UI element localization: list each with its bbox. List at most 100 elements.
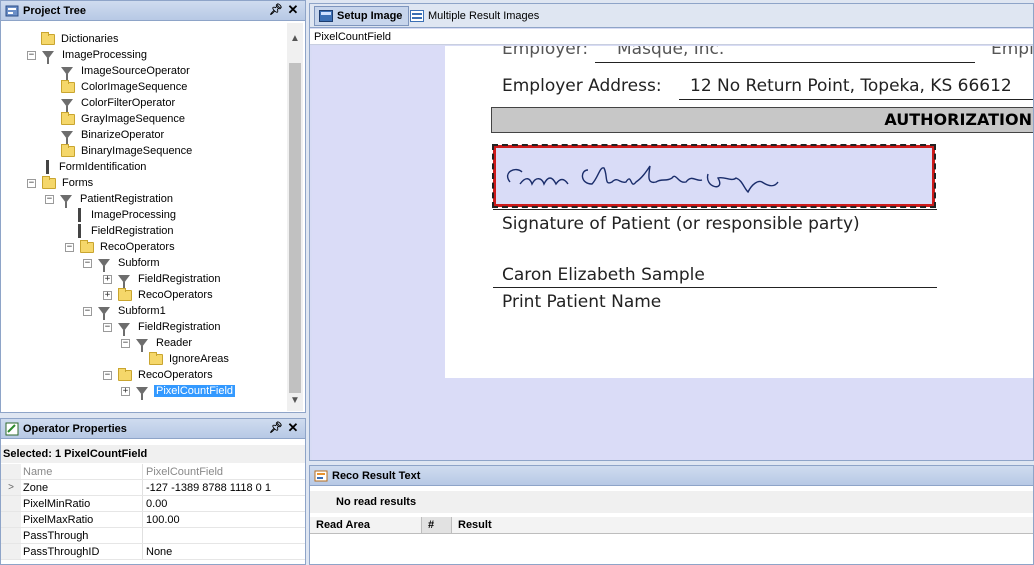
pin-icon[interactable]: 📌︎ bbox=[269, 3, 283, 17]
tree-item[interactable]: Dictionaries bbox=[41, 31, 120, 47]
signature-zone[interactable] bbox=[492, 144, 936, 208]
tree-item[interactable]: − Subform1 bbox=[83, 303, 168, 320]
collapse-icon[interactable]: − bbox=[83, 258, 92, 268]
tree-item[interactable]: − RecoOperators bbox=[65, 239, 177, 255]
property-grid: Name PixelCountField > Zone -127 -1389 8788 … bbox=[1, 464, 305, 560]
tree-item[interactable]: − FieldRegistration bbox=[103, 319, 223, 336]
funnel-icon bbox=[98, 307, 110, 320]
tree-item[interactable]: BinarizeOperator bbox=[61, 127, 166, 144]
signature-image bbox=[506, 165, 779, 194]
collapse-icon[interactable]: − bbox=[45, 194, 54, 204]
property-name: PixelMinRatio bbox=[21, 496, 143, 511]
tree-item-label: FieldRegistration bbox=[138, 273, 221, 285]
pin-icon[interactable]: 📌︎ bbox=[269, 421, 283, 435]
tab-setup-image[interactable]: Setup Image bbox=[314, 6, 410, 26]
tree-item[interactable]: FieldRegistration bbox=[73, 223, 176, 239]
property-value[interactable] bbox=[143, 528, 305, 543]
tab-multiple-result-images[interactable]: Multiple Result Images bbox=[406, 6, 545, 26]
scroll-up-icon[interactable]: ▲ bbox=[287, 31, 303, 47]
tree-item[interactable]: ColorFilterOperator bbox=[61, 95, 177, 112]
expand-icon[interactable]: + bbox=[103, 274, 112, 284]
project-tree: Dictionaries − ImageProcessing ImageSourceO… bbox=[1, 23, 286, 411]
reco-status: No read results bbox=[310, 491, 1033, 513]
tree-item[interactable]: + PixelCountField bbox=[121, 383, 236, 400]
property-value[interactable]: 100.00 bbox=[143, 512, 305, 527]
tree-item-label: Reader bbox=[156, 337, 193, 349]
tree-item[interactable]: FormIdentification bbox=[41, 159, 148, 175]
collapse-icon[interactable]: − bbox=[103, 370, 112, 380]
row-marker bbox=[1, 528, 21, 543]
property-row[interactable]: PassThrough bbox=[1, 528, 305, 544]
tree-item[interactable]: − ImageProcessing bbox=[27, 47, 149, 64]
tree-item-label: Subform1 bbox=[118, 305, 166, 317]
property-value[interactable]: -127 -1389 8788 1118 0 1 bbox=[143, 480, 305, 495]
collapse-icon[interactable]: − bbox=[103, 322, 112, 332]
folder-icon bbox=[41, 31, 55, 45]
property-value[interactable]: None bbox=[143, 544, 305, 559]
property-name: PassThroughID bbox=[21, 544, 143, 559]
property-row[interactable]: PixelMinRatio 0.00 bbox=[1, 496, 305, 512]
scroll-down-icon[interactable]: ▼ bbox=[287, 393, 303, 409]
collapse-icon[interactable]: − bbox=[27, 178, 36, 188]
scrollbar-thumb[interactable] bbox=[289, 63, 301, 393]
expand-icon[interactable]: + bbox=[121, 386, 130, 396]
property-row[interactable]: PixelMaxRatio 100.00 bbox=[1, 512, 305, 528]
funnel-icon bbox=[98, 259, 110, 272]
tree-item-label: ColorFilterOperator bbox=[81, 97, 176, 109]
collapse-icon[interactable]: − bbox=[27, 50, 36, 60]
project-tree-title: Project Tree bbox=[23, 4, 86, 17]
images-icon bbox=[410, 10, 424, 22]
tree-item[interactable]: − Subform bbox=[83, 255, 162, 272]
tree-item[interactable]: GrayImageSequence bbox=[61, 111, 187, 127]
document-tabs: Setup Image Multiple Result Images bbox=[310, 4, 1033, 28]
reco-result-title: Reco Result Text bbox=[332, 469, 421, 482]
folder-icon bbox=[61, 79, 75, 93]
address-value: 12 No Return Point, Topeka, KS 66612 bbox=[690, 76, 1012, 96]
tree-item[interactable]: − Forms bbox=[27, 175, 95, 191]
close-icon[interactable]: ✕ bbox=[286, 421, 300, 435]
property-row[interactable]: > Zone -127 -1389 8788 1118 0 1 bbox=[1, 480, 305, 496]
tree-item-label: Subform bbox=[118, 257, 160, 269]
row-marker: > bbox=[1, 480, 21, 495]
tab-label: Setup Image bbox=[337, 10, 403, 22]
image-icon bbox=[319, 10, 333, 22]
expand-icon[interactable]: + bbox=[103, 290, 112, 300]
tree-item[interactable]: ColorImageSequence bbox=[61, 79, 189, 95]
tree-item-label: ImageSourceOperator bbox=[81, 65, 190, 77]
tree-item-label: FormIdentification bbox=[59, 161, 147, 173]
close-icon[interactable]: ✕ bbox=[286, 3, 300, 17]
tree-item[interactable]: ImageSourceOperator bbox=[61, 63, 192, 80]
property-value[interactable]: PixelCountField bbox=[143, 464, 305, 479]
collapse-icon[interactable]: − bbox=[65, 242, 74, 252]
property-name: PixelMaxRatio bbox=[21, 512, 143, 527]
properties-icon bbox=[5, 422, 19, 436]
tree-item[interactable]: + FieldRegistration bbox=[103, 271, 223, 288]
document-page: Employer: Masque, Inc. Emplo Employer Ad… bbox=[445, 46, 1033, 378]
collapse-icon[interactable]: − bbox=[121, 338, 130, 348]
tree-item-label: ColorImageSequence bbox=[81, 81, 188, 93]
tree-item[interactable]: IgnoreAreas bbox=[149, 351, 231, 367]
property-row[interactable]: PassThroughID None bbox=[1, 544, 305, 560]
tree-item[interactable]: − PatientRegistration bbox=[45, 191, 175, 208]
tree-scrollbar[interactable]: ▲ ▼ bbox=[287, 23, 303, 411]
tree-item[interactable]: BinaryImageSequence bbox=[61, 143, 194, 159]
folder-icon bbox=[118, 287, 132, 301]
collapse-icon[interactable]: − bbox=[83, 306, 92, 316]
folder-icon bbox=[80, 239, 94, 253]
printed-name: Caron Elizabeth Sample bbox=[502, 265, 705, 285]
property-value[interactable]: 0.00 bbox=[143, 496, 305, 511]
tree-item[interactable]: − RecoOperators bbox=[103, 367, 215, 383]
image-canvas[interactable]: Employer: Masque, Inc. Emplo Employer Ad… bbox=[312, 46, 1033, 460]
operator-properties-panel: Operator Properties 📌︎ ✕ Selected: 1 Pix… bbox=[0, 418, 306, 565]
column-number[interactable]: # bbox=[422, 517, 452, 533]
project-tree-panel: Project Tree 📌︎ ✕ Dictionaries − ImageProc… bbox=[0, 0, 306, 413]
column-result[interactable]: Result bbox=[452, 517, 1033, 533]
authorization-header: AUTHORIZATION bbox=[491, 107, 1033, 133]
tree-item[interactable]: − Reader bbox=[121, 335, 194, 352]
funnel-icon bbox=[118, 275, 130, 288]
tab-label: Multiple Result Images bbox=[428, 10, 540, 22]
tree-item[interactable]: + RecoOperators bbox=[103, 287, 215, 303]
column-read-area[interactable]: Read Area bbox=[310, 517, 422, 533]
tree-item[interactable]: ImageProcessing bbox=[73, 207, 178, 223]
property-row[interactable]: Name PixelCountField bbox=[1, 464, 305, 480]
